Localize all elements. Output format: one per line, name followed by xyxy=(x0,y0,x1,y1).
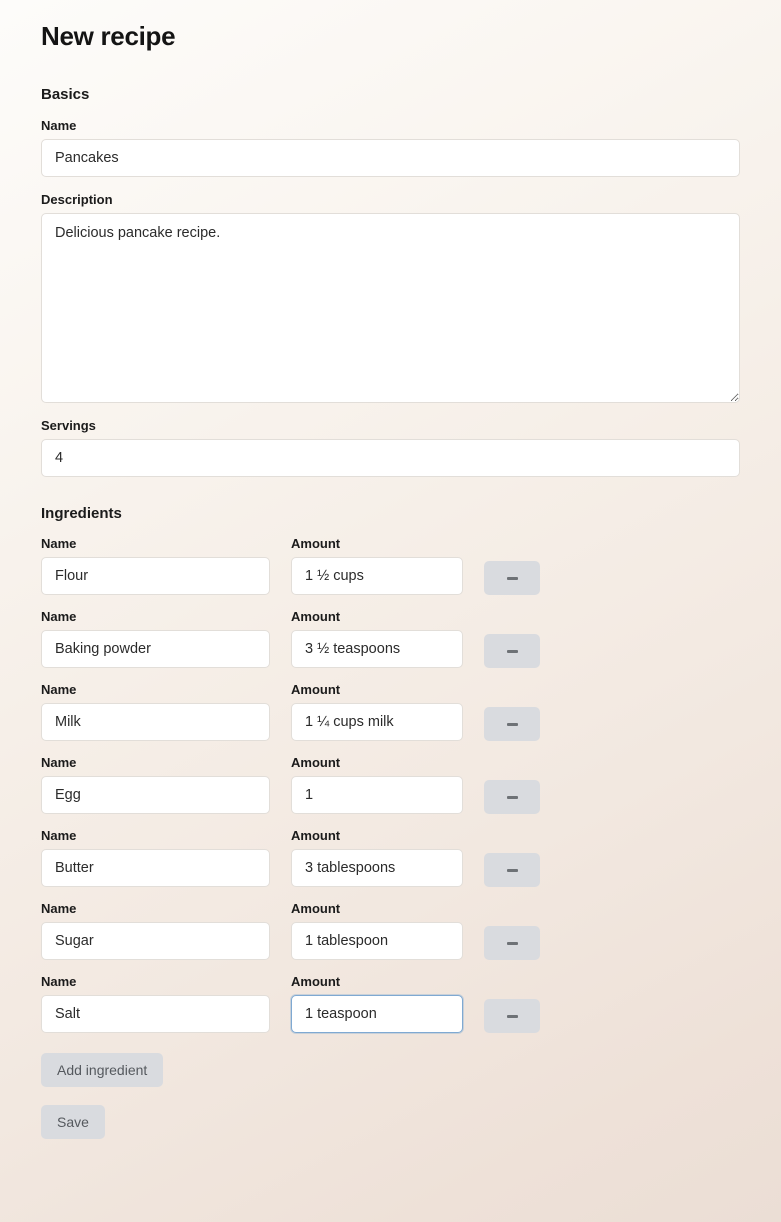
ingredient-name-input[interactable] xyxy=(41,776,270,814)
ingredient-name-input[interactable] xyxy=(41,995,270,1033)
ingredient-name-input[interactable] xyxy=(41,849,270,887)
ingredient-list: Name Amount Name Amount Name Amount Name Amount… xyxy=(41,536,740,1033)
remove-ingredient-button[interactable] xyxy=(484,780,540,814)
ingredient-remove-cell xyxy=(484,634,540,668)
servings-label: Servings xyxy=(41,418,96,433)
ingredient-amount-field: Amount xyxy=(291,755,463,814)
ingredient-name-input[interactable] xyxy=(41,922,270,960)
ingredient-name-label: Name xyxy=(41,682,77,697)
remove-ingredient-button[interactable] xyxy=(484,707,540,741)
ingredient-name-field: Name xyxy=(41,828,270,887)
minus-icon xyxy=(506,576,518,580)
ingredient-remove-cell xyxy=(484,853,540,887)
remove-ingredient-button[interactable] xyxy=(484,634,540,668)
ingredient-row: Name Amount xyxy=(41,609,740,668)
ingredient-name-input[interactable] xyxy=(41,703,270,741)
ingredient-amount-input[interactable] xyxy=(291,776,463,814)
add-ingredient-row: Add ingredient xyxy=(41,1053,740,1087)
ingredient-name-field: Name xyxy=(41,536,270,595)
recipe-description-textarea[interactable]: Delicious pancake recipe. xyxy=(41,213,740,403)
remove-ingredient-button[interactable] xyxy=(484,999,540,1033)
ingredient-row: Name Amount xyxy=(41,901,740,960)
save-row: Save xyxy=(41,1105,740,1151)
ingredient-name-input[interactable] xyxy=(41,630,270,668)
recipe-name-label: Name xyxy=(41,118,77,133)
field-recipe-description: Description Delicious pancake recipe. xyxy=(41,192,740,403)
ingredient-amount-label: Amount xyxy=(291,755,341,770)
ingredient-row: Name Amount xyxy=(41,974,740,1033)
add-ingredient-button[interactable]: Add ingredient xyxy=(41,1053,164,1087)
minus-icon xyxy=(506,795,518,799)
ingredient-amount-field: Amount xyxy=(291,609,463,668)
ingredient-name-label: Name xyxy=(41,974,77,989)
ingredient-amount-input[interactable] xyxy=(291,849,463,887)
ingredient-amount-input[interactable] xyxy=(291,703,463,741)
ingredient-amount-input[interactable] xyxy=(291,922,463,960)
remove-ingredient-button[interactable] xyxy=(484,561,540,595)
ingredient-amount-field: Amount xyxy=(291,682,463,741)
ingredient-name-field: Name xyxy=(41,974,270,1033)
minus-icon xyxy=(506,722,518,726)
ingredient-amount-field: Amount xyxy=(291,536,463,595)
ingredient-row: Name Amount xyxy=(41,682,740,741)
ingredient-amount-label: Amount xyxy=(291,682,341,697)
ingredient-amount-label: Amount xyxy=(291,536,341,551)
servings-input[interactable] xyxy=(41,439,740,477)
ingredient-name-field: Name xyxy=(41,682,270,741)
minus-icon xyxy=(506,941,518,945)
ingredient-amount-input[interactable] xyxy=(291,630,463,668)
remove-ingredient-button[interactable] xyxy=(484,853,540,887)
recipe-description-label: Description xyxy=(41,192,113,207)
ingredient-remove-cell xyxy=(484,707,540,741)
ingredient-name-label: Name xyxy=(41,609,77,624)
ingredient-remove-cell xyxy=(484,561,540,595)
section-heading-ingredients: Ingredients xyxy=(41,505,122,522)
ingredient-name-field: Name xyxy=(41,609,270,668)
minus-icon xyxy=(506,1014,518,1018)
ingredient-row: Name Amount xyxy=(41,755,740,814)
field-servings: Servings xyxy=(41,418,740,477)
recipe-form-page: New recipe Basics Name Description Delic… xyxy=(0,0,781,1151)
ingredient-name-label: Name xyxy=(41,755,77,770)
ingredient-name-label: Name xyxy=(41,901,77,916)
ingredient-amount-input[interactable] xyxy=(291,995,463,1033)
ingredient-amount-label: Amount xyxy=(291,974,341,989)
minus-icon xyxy=(506,649,518,653)
ingredient-row: Name Amount xyxy=(41,536,740,595)
field-recipe-name: Name xyxy=(41,118,740,177)
ingredient-amount-field: Amount xyxy=(291,974,463,1033)
ingredient-name-label: Name xyxy=(41,536,77,551)
recipe-name-input[interactable] xyxy=(41,139,740,177)
save-button[interactable]: Save xyxy=(41,1105,105,1139)
ingredient-name-field: Name xyxy=(41,901,270,960)
ingredient-amount-field: Amount xyxy=(291,828,463,887)
minus-icon xyxy=(506,868,518,872)
ingredient-row: Name Amount xyxy=(41,828,740,887)
ingredient-remove-cell xyxy=(484,926,540,960)
section-heading-basics: Basics xyxy=(41,86,90,103)
ingredient-name-input[interactable] xyxy=(41,557,270,595)
ingredient-remove-cell xyxy=(484,780,540,814)
ingredient-amount-label: Amount xyxy=(291,609,341,624)
ingredient-amount-input[interactable] xyxy=(291,557,463,595)
ingredient-name-label: Name xyxy=(41,828,77,843)
ingredient-amount-field: Amount xyxy=(291,901,463,960)
page-title: New recipe xyxy=(41,21,176,51)
ingredient-amount-label: Amount xyxy=(291,828,341,843)
ingredient-remove-cell xyxy=(484,999,540,1033)
ingredient-name-field: Name xyxy=(41,755,270,814)
ingredient-amount-label: Amount xyxy=(291,901,341,916)
remove-ingredient-button[interactable] xyxy=(484,926,540,960)
